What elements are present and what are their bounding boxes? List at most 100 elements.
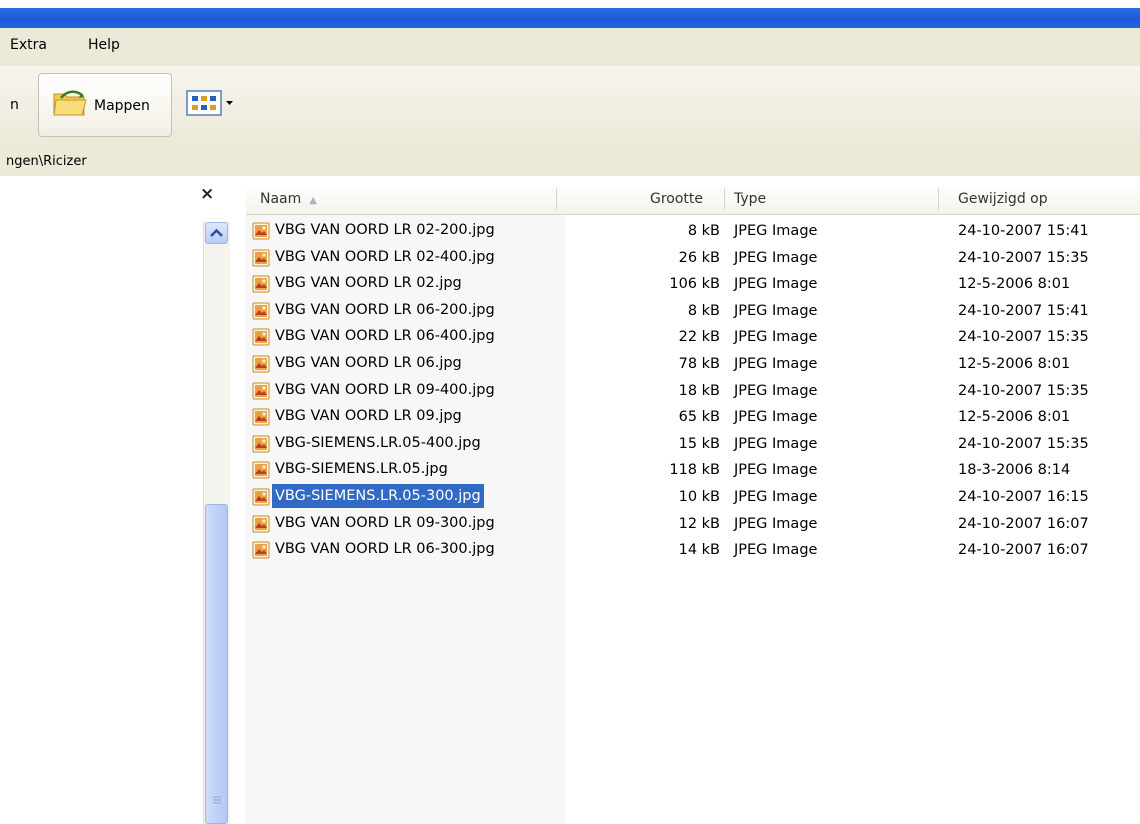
jpeg-file-icon xyxy=(252,275,270,293)
title-bar-fill xyxy=(0,8,1140,28)
sort-ascending-icon: ▲ xyxy=(309,195,317,206)
file-type: JPEG Image xyxy=(734,435,818,452)
grip-icon xyxy=(213,796,221,804)
jpeg-file-icon xyxy=(252,461,270,479)
file-modified: 24-10-2007 15:35 xyxy=(958,329,1089,346)
column-type[interactable]: Type xyxy=(734,184,766,214)
file-type: JPEG Image xyxy=(734,249,818,266)
file-modified: 24-10-2007 15:35 xyxy=(958,249,1089,266)
views-button[interactable] xyxy=(186,87,246,121)
file-size: 26 kB xyxy=(678,249,720,266)
file-modified: 24-10-2007 15:41 xyxy=(958,223,1089,239)
file-name: VBG VAN OORD LR 09.jpg xyxy=(275,408,462,425)
file-row[interactable]: VBG VAN OORD LR 06-400.jpg 22 kB JPEG Imag… xyxy=(246,324,1140,350)
menu-bar: Extra Help xyxy=(0,28,1140,67)
file-name: VBG VAN OORD LR 06-200.jpg xyxy=(275,301,495,318)
file-size: 65 kB xyxy=(678,409,720,426)
file-row[interactable]: VBG VAN OORD LR 09.jpg 65 kB JPEG Image 12-… xyxy=(246,404,1140,430)
jpeg-file-icon xyxy=(252,515,270,533)
jpeg-file-icon xyxy=(252,249,270,267)
file-size: 14 kB xyxy=(678,542,720,559)
file-name: VBG VAN OORD LR 09-400.jpg xyxy=(275,381,495,398)
chevron-down-icon xyxy=(226,101,233,105)
file-type: JPEG Image xyxy=(734,382,818,399)
vertical-scrollbar[interactable] xyxy=(203,222,230,824)
address-path: ngen\Ricizer xyxy=(6,154,87,169)
jpeg-file-icon xyxy=(252,382,270,400)
close-icon[interactable]: × xyxy=(200,184,214,204)
file-size: 8 kB xyxy=(687,223,720,239)
jpeg-file-icon xyxy=(252,488,270,506)
file-type: JPEG Image xyxy=(734,409,818,426)
file-name: VBG VAN OORD LR 06-400.jpg xyxy=(275,328,495,345)
file-name: VBG VAN OORD LR 06.jpg xyxy=(275,355,462,371)
file-modified: 24-10-2007 15:35 xyxy=(958,382,1089,399)
file-modified: 24-10-2007 16:15 xyxy=(958,489,1089,505)
column-header: Naam ▲ Grootte Type Gewijzigd op xyxy=(246,184,1140,215)
menu-help[interactable]: Help xyxy=(88,37,120,53)
file-row[interactable]: VBG VAN OORD LR 09-400.jpg 18 kB JPEG Imag… xyxy=(246,378,1140,404)
scroll-up-button[interactable] xyxy=(205,222,228,244)
file-row[interactable]: VBG VAN OORD LR 09-300.jpg 12 kB JPEG Imag… xyxy=(246,511,1140,537)
file-modified: 24-10-2007 15:41 xyxy=(958,302,1089,319)
file-modified: 12-5-2006 8:01 xyxy=(958,409,1071,426)
file-size: 12 kB xyxy=(678,515,720,532)
column-divider[interactable] xyxy=(938,188,939,210)
address-bar[interactable]: ngen\Ricizer xyxy=(0,148,1140,177)
file-size: 18 kB xyxy=(678,382,720,399)
file-row[interactable]: VBG-SIEMENS.LR.05-300.jpg 10 kB JPEG Image… xyxy=(246,484,1140,510)
file-type: JPEG Image xyxy=(734,276,818,293)
jpeg-file-icon xyxy=(252,328,270,346)
file-name: VBG VAN OORD LR 02.jpg xyxy=(275,275,462,292)
column-name[interactable]: Naam ▲ xyxy=(260,184,317,214)
file-row[interactable]: VBG VAN OORD LR 06.jpg 78 kB JPEG Image 12-… xyxy=(246,351,1140,377)
folder-icon xyxy=(53,90,87,116)
column-divider[interactable] xyxy=(724,188,725,210)
column-divider[interactable] xyxy=(556,188,557,210)
file-size: 22 kB xyxy=(678,329,720,346)
file-type: JPEG Image xyxy=(734,302,818,319)
file-name: VBG VAN OORD LR 02-200.jpg xyxy=(275,222,495,238)
folders-button[interactable]: Mappen xyxy=(38,73,172,137)
title-bar xyxy=(0,0,1140,28)
file-modified: 24-10-2007 16:07 xyxy=(958,515,1089,532)
jpeg-file-icon xyxy=(252,541,270,559)
file-modified: 24-10-2007 16:07 xyxy=(958,542,1089,559)
scroll-thumb[interactable] xyxy=(205,504,228,824)
jpeg-file-icon xyxy=(252,435,270,453)
file-size: 78 kB xyxy=(678,356,720,372)
file-modified: 18-3-2006 8:14 xyxy=(958,462,1071,479)
file-size: 106 kB xyxy=(669,276,720,293)
file-row[interactable]: VBG-SIEMENS.LR.05-400.jpg 15 kB JPEG Image… xyxy=(246,431,1140,457)
file-name: VBG-SIEMENS.LR.05-400.jpg xyxy=(275,434,481,451)
file-type: JPEG Image xyxy=(734,462,818,479)
file-name: VBG-SIEMENS.LR.05.jpg xyxy=(275,461,448,478)
file-size: 118 kB xyxy=(669,462,720,479)
views-grid-icon xyxy=(186,90,233,116)
file-modified: 12-5-2006 8:01 xyxy=(958,356,1071,372)
toolbar-clipped-label[interactable]: n xyxy=(10,97,19,113)
file-row[interactable]: VBG VAN OORD LR 02.jpg 106 kB JPEG Image 12… xyxy=(246,271,1140,297)
file-type: JPEG Image xyxy=(734,489,818,505)
file-size: 8 kB xyxy=(687,302,720,319)
jpeg-file-icon xyxy=(252,408,270,426)
file-modified: 24-10-2007 15:35 xyxy=(958,435,1089,452)
column-size[interactable]: Grootte xyxy=(650,184,703,214)
menu-extra[interactable]: Extra xyxy=(10,37,47,53)
chevron-up-icon xyxy=(210,228,223,237)
file-list-pane: Naam ▲ Grootte Type Gewijzigd op VBG VAN … xyxy=(232,176,1140,824)
column-modified[interactable]: Gewijzigd op xyxy=(958,184,1048,214)
toolbar: n Mappen xyxy=(0,66,1140,149)
file-modified: 12-5-2006 8:01 xyxy=(958,276,1071,293)
file-row[interactable]: VBG VAN OORD LR 06-300.jpg 14 kB JPEG Imag… xyxy=(246,537,1140,563)
file-row[interactable]: VBG VAN OORD LR 06-200.jpg 8 kB JPEG Image… xyxy=(246,298,1140,324)
file-row[interactable]: VBG VAN OORD LR 02-200.jpg 8 kB JPEG Image… xyxy=(246,218,1140,244)
file-type: JPEG Image xyxy=(734,542,818,559)
file-row[interactable]: VBG VAN OORD LR 02-400.jpg 26 kB JPEG Imag… xyxy=(246,245,1140,271)
jpeg-file-icon xyxy=(252,355,270,373)
file-row[interactable]: VBG-SIEMENS.LR.05.jpg 118 kB JPEG Image 18-… xyxy=(246,457,1140,483)
file-type: JPEG Image xyxy=(734,329,818,346)
folders-pane-header: × xyxy=(0,176,232,214)
file-size: 15 kB xyxy=(678,435,720,452)
column-name-label: Naam xyxy=(260,191,302,207)
